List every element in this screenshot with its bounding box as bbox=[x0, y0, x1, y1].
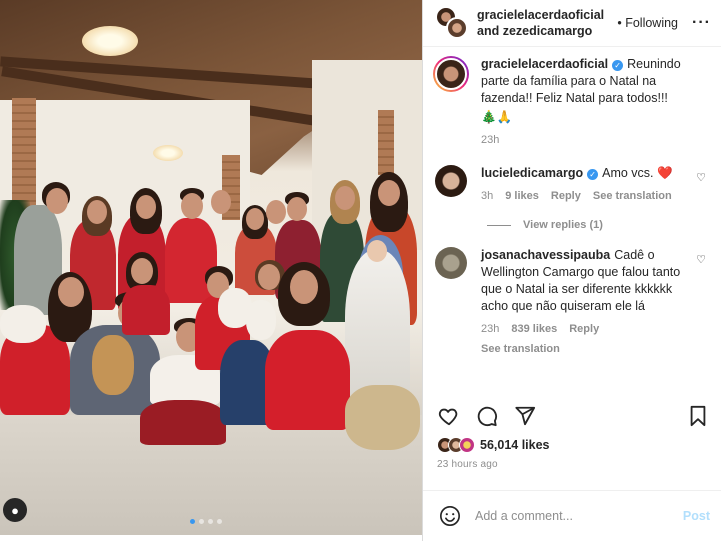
comment-username[interactable]: lucieledicamargo bbox=[481, 166, 583, 180]
face bbox=[378, 180, 400, 206]
post-header: gracielelacerdaoficial and zezedicamargo… bbox=[423, 0, 721, 47]
see-translation-button[interactable]: See translation bbox=[593, 188, 672, 205]
owner-username[interactable]: gracielelacerdaoficial bbox=[477, 7, 617, 23]
comment-meta: See translation bbox=[481, 341, 692, 358]
comment-meta: 3h 9 likes Reply See translation bbox=[481, 188, 692, 205]
person bbox=[122, 285, 170, 335]
tagged-users-badge[interactable]: ● bbox=[3, 498, 27, 522]
collab-avatars[interactable] bbox=[435, 6, 469, 40]
dog bbox=[246, 300, 276, 340]
story-ring[interactable] bbox=[433, 56, 469, 92]
caption-emoji: 🎄🙏 bbox=[481, 110, 513, 124]
face bbox=[290, 270, 318, 304]
comment-likes[interactable]: 839 likes bbox=[511, 321, 557, 338]
divider bbox=[487, 224, 511, 226]
comment-text: Amo vcs. ❤️ bbox=[602, 166, 673, 180]
comments-list: gracielelacerdaoficial ✓ Reunindo parte da… bbox=[423, 56, 721, 396]
add-comment-bar: Post bbox=[423, 490, 721, 541]
comment-input[interactable] bbox=[475, 509, 683, 523]
more-horizontal-icon[interactable]: ··· bbox=[692, 14, 711, 32]
collaborator-line[interactable]: and zezedicamargo bbox=[477, 23, 617, 39]
ceiling-lamp bbox=[153, 145, 183, 161]
comment-like-heart-icon[interactable]: ♡ bbox=[696, 253, 706, 266]
reply-button[interactable]: Reply bbox=[551, 188, 581, 205]
caption-body: gracielelacerdaoficial ✓ Reunindo parte da… bbox=[481, 56, 710, 149]
carousel-dot bbox=[199, 519, 204, 524]
verified-badge-icon: ✓ bbox=[587, 169, 599, 180]
statue-face bbox=[367, 240, 387, 262]
brick-pillar bbox=[12, 98, 36, 216]
face bbox=[287, 197, 307, 221]
face bbox=[136, 195, 156, 219]
comment-body: lucieledicamargo ✓ Amo vcs. ❤️ 3h 9 likes … bbox=[481, 165, 710, 205]
view-replies-label: View replies (1) bbox=[523, 219, 603, 231]
comment-username[interactable]: josanachavessipauba bbox=[481, 248, 610, 262]
comment-meta: 23h 839 likes Reply bbox=[481, 321, 692, 338]
emoji-icon[interactable] bbox=[439, 505, 461, 527]
comment-time[interactable]: 23h bbox=[481, 321, 499, 338]
person bbox=[140, 400, 226, 445]
comment-body: josanachavessipauba Cadê o Wellington Cam… bbox=[481, 247, 710, 358]
post-time[interactable]: 23 hours ago bbox=[437, 459, 498, 470]
verified-badge-icon: ✓ bbox=[612, 60, 624, 71]
caption-time[interactable]: 23h bbox=[481, 132, 499, 149]
post-owners[interactable]: gracielelacerdaoficial and zezedicamargo bbox=[477, 7, 617, 39]
avatar bbox=[435, 58, 467, 90]
likes-summary[interactable]: 56,014 likes bbox=[437, 437, 550, 453]
post-photo[interactable]: ● bbox=[0, 0, 422, 535]
dog bbox=[92, 335, 134, 395]
nativity-statue bbox=[345, 250, 410, 400]
avatar bbox=[459, 437, 475, 453]
face bbox=[246, 208, 264, 230]
carousel-dot bbox=[190, 519, 195, 524]
carousel-dot bbox=[208, 519, 213, 524]
face bbox=[46, 188, 68, 214]
face bbox=[58, 277, 84, 307]
carousel-indicator bbox=[190, 519, 222, 524]
avatar[interactable] bbox=[435, 165, 467, 197]
post-side-panel: gracielelacerdaoficial and zezedicamargo… bbox=[422, 0, 721, 541]
comment-like-heart-icon[interactable]: ♡ bbox=[696, 171, 706, 184]
comment-likes[interactable]: 9 likes bbox=[505, 188, 539, 205]
bookmark-icon[interactable] bbox=[686, 404, 710, 428]
view-replies-button[interactable]: View replies (1) bbox=[487, 219, 710, 231]
avatar bbox=[446, 17, 468, 39]
caption-meta: 23h bbox=[481, 132, 692, 149]
ceiling-lamp bbox=[82, 26, 138, 56]
face bbox=[335, 186, 355, 210]
comment-icon[interactable] bbox=[475, 404, 499, 428]
user-icon: ● bbox=[11, 502, 19, 518]
heart-icon[interactable] bbox=[437, 404, 461, 428]
face bbox=[266, 200, 286, 224]
likes-count[interactable]: 56,014 likes bbox=[480, 438, 550, 452]
send-icon[interactable] bbox=[513, 404, 537, 428]
post-actions bbox=[423, 404, 721, 428]
comment: josanachavessipauba Cadê o Wellington Cam… bbox=[435, 247, 710, 358]
dog bbox=[0, 305, 46, 343]
face bbox=[131, 258, 153, 284]
face bbox=[181, 193, 203, 219]
see-translation-button[interactable]: See translation bbox=[481, 341, 560, 358]
caption-username[interactable]: gracielelacerdaoficial bbox=[481, 57, 608, 71]
carousel-dot bbox=[217, 519, 222, 524]
following-status[interactable]: • Following bbox=[617, 16, 678, 30]
comment-time[interactable]: 3h bbox=[481, 188, 493, 205]
face bbox=[211, 190, 231, 214]
post-comment-button[interactable]: Post bbox=[683, 509, 710, 523]
nativity-manger bbox=[345, 385, 420, 450]
face bbox=[87, 200, 107, 224]
caption: gracielelacerdaoficial ✓ Reunindo parte da… bbox=[433, 56, 710, 149]
avatar[interactable] bbox=[435, 247, 467, 279]
comment: lucieledicamargo ✓ Amo vcs. ❤️ 3h 9 likes … bbox=[435, 165, 710, 205]
person bbox=[265, 330, 350, 430]
face bbox=[258, 264, 280, 290]
brick-pillar bbox=[378, 110, 394, 175]
reply-button[interactable]: Reply bbox=[569, 321, 599, 338]
